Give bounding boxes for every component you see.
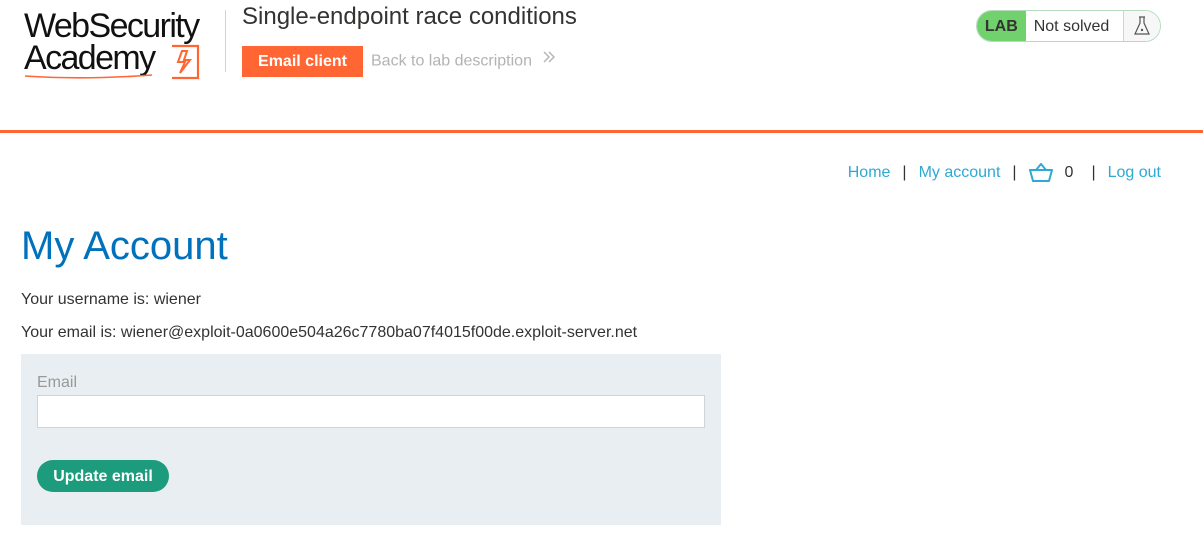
page-title: My Account [21,224,228,268]
logo-underline-swoosh [24,74,153,79]
email-info: Your email is: wiener@exploit-0a0600e504… [21,324,638,341]
web-security-academy-logo[interactable]: WebSecurity Academy [24,7,222,80]
flask-icon [1123,11,1160,41]
lab-title: Single-endpoint race conditions [242,3,577,30]
nav-my-account-link[interactable]: My account [919,164,1001,182]
nav-log-out-link[interactable]: Log out [1108,164,1161,182]
nav-separator: | [1012,164,1017,181]
email-field[interactable] [37,395,705,428]
lab-status-text: Not solved [1033,18,1110,35]
back-to-lab-description-link[interactable]: Back to lab description [371,50,556,71]
logo-line-1: WebSecurity [24,7,200,45]
username-info: Your username is: wiener [21,291,201,308]
update-email-button[interactable]: Update email [37,460,169,492]
email-field-label: Email [37,374,78,391]
email-client-button[interactable]: Email client [242,46,363,77]
nav-separator: | [902,164,907,181]
top-navigation: Home | My account | 0 | Log out [848,163,1161,183]
double-chevron-right-icon [542,50,556,69]
cart-count: 0 [1064,164,1074,181]
lightning-bolt-icon [172,44,200,80]
back-link-label: Back to lab description [371,52,532,70]
nav-home-link[interactable]: Home [848,164,891,182]
header-divider [225,10,226,72]
lab-header: WebSecurity Academy Single-endpoint race… [0,0,1203,133]
shopping-basket-icon [1028,163,1053,182]
nav-separator: | [1091,164,1096,181]
lab-status-widget: LAB Not solved [976,10,1161,42]
lab-badge: LAB [977,11,1026,41]
cart-link[interactable]: 0 [1028,163,1092,183]
change-email-form: Email Update email [21,354,721,525]
